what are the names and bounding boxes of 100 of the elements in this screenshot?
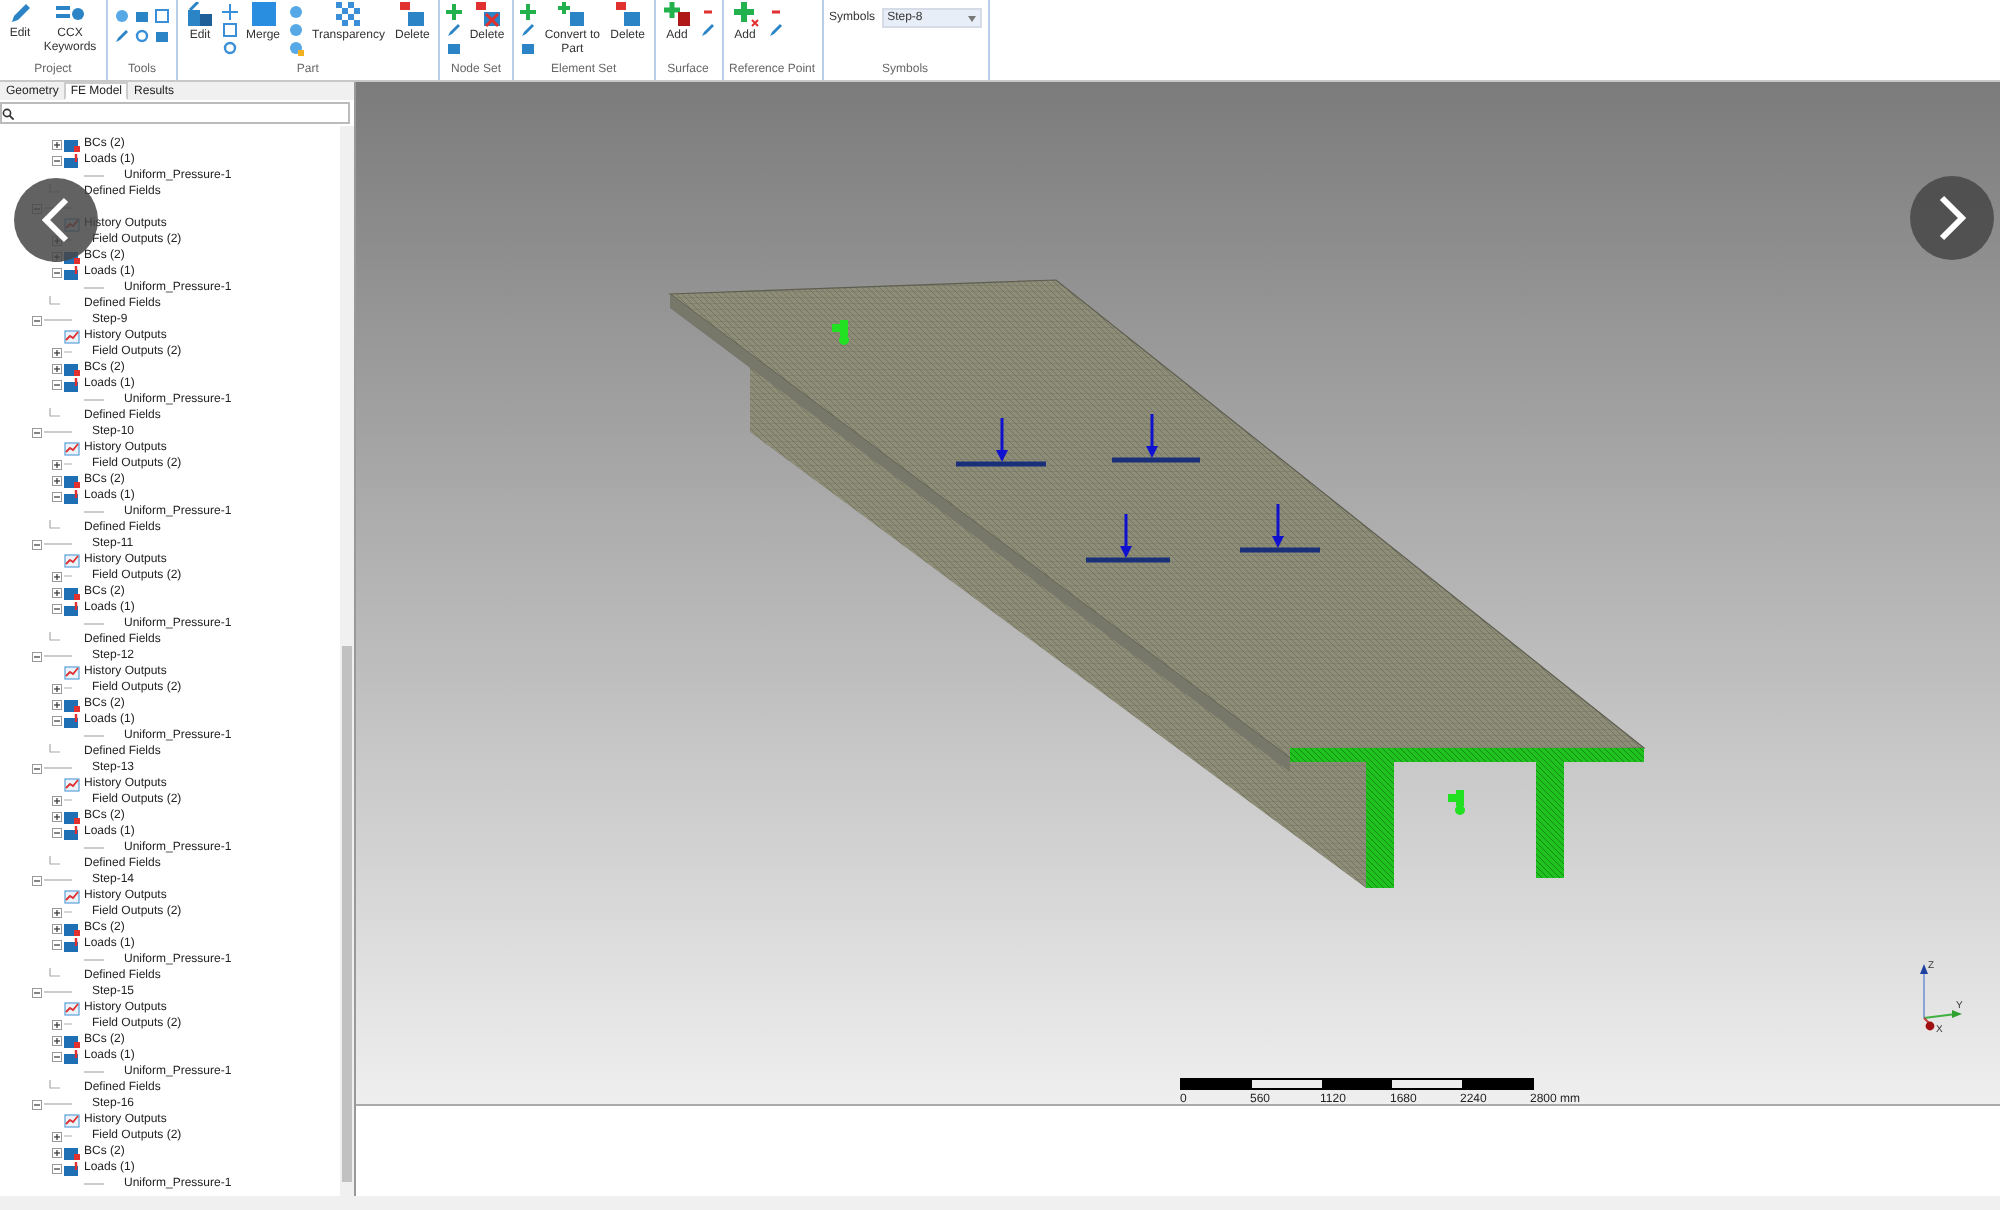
load-arrow-icon	[1086, 514, 1170, 563]
square-icon	[249, 2, 277, 28]
ring-icon[interactable]	[222, 40, 238, 56]
collapse-toggle-icon[interactable]	[51, 379, 61, 389]
collapse-toggle-icon[interactable]	[51, 491, 61, 501]
pencil-icon[interactable]	[114, 28, 130, 44]
expand-toggle-icon[interactable]	[51, 475, 61, 485]
expand-toggle-icon[interactable]	[51, 923, 61, 933]
expand-toggle-icon[interactable]	[51, 1147, 61, 1157]
circle-icon[interactable]	[114, 8, 130, 24]
tree-connector-icon	[84, 510, 104, 514]
collapse-toggle-icon[interactable]	[51, 715, 61, 725]
tree-connector-icon	[44, 430, 72, 434]
folder-icon	[64, 1145, 80, 1159]
scrollbar-thumb[interactable]	[342, 646, 352, 1182]
expand-toggle-icon[interactable]	[51, 795, 61, 805]
expand-toggle-icon[interactable]	[51, 363, 61, 373]
folder-icon	[64, 361, 80, 375]
circle-icon[interactable]	[288, 40, 305, 56]
tree-connector-icon	[84, 1070, 104, 1074]
collapse-toggle-icon[interactable]	[51, 603, 61, 613]
constraint-marker-icon	[832, 320, 849, 345]
plus-block-icon	[558, 2, 587, 28]
expand-toggle-icon[interactable]	[51, 347, 61, 357]
delete-block-icon	[613, 2, 642, 28]
collapse-toggle-icon[interactable]	[31, 987, 41, 997]
tree-connector-icon	[64, 798, 72, 802]
tree-connector-icon	[84, 1182, 104, 1186]
expand-toggle-icon[interactable]	[51, 811, 61, 821]
expand-toggle-icon[interactable]	[51, 571, 61, 581]
collapse-toggle-icon[interactable]	[31, 315, 41, 325]
tree-connector-icon	[64, 910, 72, 914]
collapse-toggle-icon[interactable]	[31, 1099, 41, 1109]
expand-toggle-icon[interactable]	[51, 587, 61, 597]
tree-connector-icon	[84, 398, 104, 402]
collapse-toggle-icon[interactable]	[31, 651, 41, 661]
collapse-toggle-icon[interactable]	[51, 1051, 61, 1061]
pencil-icon[interactable]	[445, 22, 462, 38]
pencil-icon[interactable]	[767, 22, 784, 38]
collapse-toggle-icon[interactable]	[51, 827, 61, 837]
folder-icon	[64, 809, 80, 823]
collapse-toggle-icon[interactable]	[31, 539, 41, 549]
box-icon[interactable]	[445, 40, 462, 56]
tree-connector-icon	[44, 654, 72, 658]
ring-icon[interactable]	[134, 28, 150, 44]
collapse-toggle-icon[interactable]	[51, 267, 61, 277]
tree-connector-icon	[84, 958, 104, 962]
expand-toggle-icon[interactable]	[51, 139, 61, 149]
collapse-toggle-icon[interactable]	[31, 427, 41, 437]
cube-icon[interactable]	[154, 8, 170, 24]
cube-icon[interactable]	[222, 22, 238, 38]
collapse-toggle-icon[interactable]	[51, 1163, 61, 1173]
tree-connector-icon	[84, 286, 104, 290]
load-arrow-icon	[1240, 504, 1320, 553]
load-arrow-icon	[956, 418, 1046, 467]
search-icon	[2, 107, 14, 119]
delete-block-icon	[398, 2, 427, 28]
collapse-toggle-icon[interactable]	[51, 939, 61, 949]
collapse-toggle-icon[interactable]	[31, 763, 41, 773]
expand-toggle-icon[interactable]	[51, 1035, 61, 1045]
circle-icon[interactable]	[288, 4, 305, 20]
tree-connector-icon	[44, 318, 72, 322]
tree-connector-icon	[84, 734, 104, 738]
expand-toggle-icon[interactable]	[51, 459, 61, 469]
folder-icon	[64, 697, 80, 711]
box-icon[interactable]	[520, 40, 537, 56]
pencil-icon[interactable]	[520, 22, 537, 38]
expand-toggle-icon[interactable]	[51, 699, 61, 709]
constraint-marker-icon	[1448, 790, 1465, 815]
chart-line-icon	[64, 665, 80, 679]
tree-connector-icon	[64, 1134, 72, 1138]
box-icon[interactable]	[154, 28, 170, 44]
search-field[interactable]	[0, 102, 350, 124]
tree-connector-icon	[44, 990, 72, 994]
chart-line-icon	[64, 441, 80, 455]
expand-toggle-icon[interactable]	[51, 1131, 61, 1141]
tree-connector-icon	[84, 846, 104, 850]
expand-toggle-icon[interactable]	[51, 907, 61, 917]
pencil-icon	[8, 2, 32, 26]
folder-icon	[64, 137, 80, 151]
plus-icon[interactable]	[445, 4, 462, 20]
collapse-toggle-icon[interactable]	[51, 155, 61, 165]
folder-icon	[64, 1033, 80, 1047]
tree-connector-icon	[64, 350, 72, 354]
chart-line-icon	[64, 889, 80, 903]
chevron-right-icon	[1938, 194, 1966, 242]
tree-connector-icon	[44, 1102, 72, 1106]
blocks-icon	[186, 2, 214, 28]
collapse-toggle-icon[interactable]	[31, 875, 41, 885]
folder-icon	[64, 473, 80, 487]
circle-icon[interactable]	[288, 22, 305, 38]
box-icon[interactable]	[134, 8, 150, 24]
chart-line-icon	[64, 329, 80, 343]
folder-icon	[64, 921, 80, 935]
pencil-icon[interactable]	[699, 22, 716, 38]
load-arrow-icon	[1112, 414, 1200, 463]
expand-toggle-icon[interactable]	[51, 1019, 61, 1029]
expand-toggle-icon[interactable]	[51, 683, 61, 693]
folder-icon	[64, 585, 80, 599]
plus-icon[interactable]	[520, 4, 537, 20]
